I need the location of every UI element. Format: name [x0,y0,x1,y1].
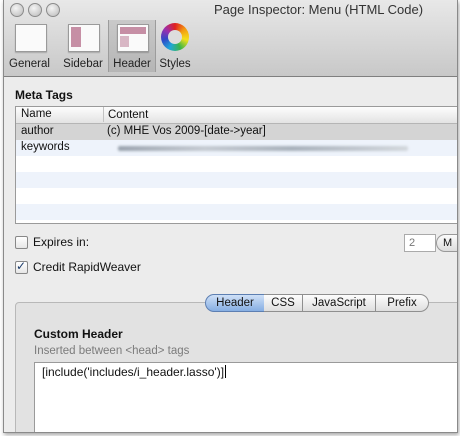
sidebar-layout-icon [68,24,100,52]
toolbar-label: Sidebar [63,58,103,70]
tab-css[interactable]: CSS [264,294,303,312]
expires-unit-popup[interactable]: M [436,234,457,252]
meta-tags-label: Meta Tags [15,88,73,102]
toolbar-label: Styles [159,58,191,70]
credit-checkbox[interactable] [15,259,28,274]
toolbar-general[interactable]: General [6,20,53,72]
code-line: [include('includes/i_header.lasso')] [42,365,225,379]
text-caret [225,365,227,378]
meta-tags-table[interactable]: Name Content author (c) MHE Vos 2009-[da… [15,106,457,224]
page-inspector-window: Page Inspector: Menu (HTML Code) General… [3,0,458,433]
header-layout-icon [117,24,149,52]
custom-header-title: Custom Header [34,327,123,341]
toolbar-header[interactable]: Header [108,20,156,72]
expires-value-field[interactable]: 2 [404,234,436,252]
meta-content-cell: (c) MHE Vos 2009-[date->year] [107,125,266,137]
tab-javascript[interactable]: JavaScript [303,294,376,312]
tab-prefix[interactable]: Prefix [376,294,429,312]
table-row[interactable]: keywords [16,140,457,156]
toolbar-label: General [9,58,50,70]
meta-name-cell: keywords [21,141,70,153]
table-row-empty [16,188,457,204]
toolbar-label: Header [113,58,151,70]
table-row-empty [16,156,457,172]
custom-header-subtitle: Inserted between <head> tags [34,345,190,357]
column-header-content[interactable]: Content [103,107,148,122]
table-header: Name Content [16,107,457,124]
credit-label: Credit RapidWeaver [33,260,141,274]
color-wheel-icon [161,23,189,51]
expires-label: Expires in: [33,235,90,249]
table-row-empty [16,204,457,220]
expires-checkbox[interactable] [15,236,28,249]
toolbar-sidebar[interactable]: Sidebar [58,20,108,72]
table-row-empty [16,172,457,188]
redacted-content [118,146,408,151]
tab-header[interactable]: Header [205,294,265,312]
column-header-name[interactable]: Name [21,108,52,120]
titlebar: Page Inspector: Menu (HTML Code) General… [4,0,457,77]
custom-header-code-editor[interactable]: [include('includes/i_header.lasso')] [34,362,457,432]
zoom-button[interactable] [46,3,60,17]
minimize-button[interactable] [28,3,42,17]
general-page-icon [14,24,47,52]
toolbar-styles[interactable]: Styles [155,20,195,72]
code-text: [include('includes/i_header.lasso')] [42,365,227,379]
window-title: Page Inspector: Menu (HTML Code) [214,2,424,17]
table-row[interactable]: author (c) MHE Vos 2009-[date->year] [16,124,457,140]
close-button[interactable] [10,3,24,17]
meta-name-cell: author [21,125,54,137]
